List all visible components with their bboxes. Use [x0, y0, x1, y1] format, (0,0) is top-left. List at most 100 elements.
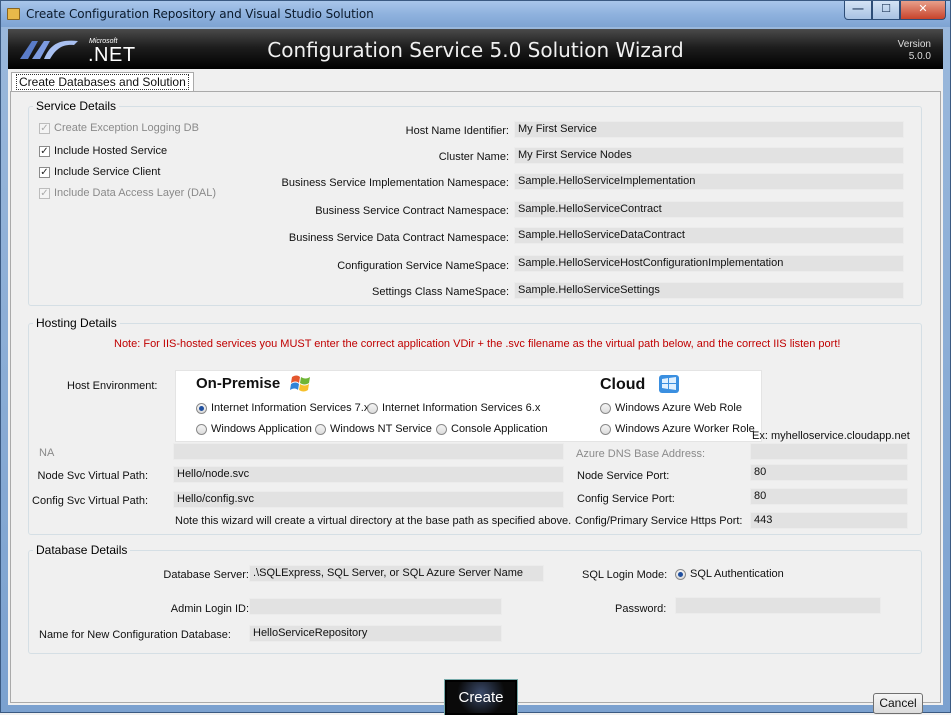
hosting-details-title: Hosting Details	[33, 316, 120, 330]
checkmark-icon: ✓	[39, 145, 50, 157]
cancel-button[interactable]: Cancel	[873, 693, 923, 714]
radio-icon	[315, 423, 326, 435]
wizard-title: Configuration Service 5.0 Solution Wizar…	[267, 38, 684, 62]
db-name-label: Name for New Configuration Database:	[39, 629, 231, 641]
radio-label: Internet Information Services 6.x	[382, 402, 541, 414]
dns-example: Ex: myhelloservice.cloudapp.net	[752, 430, 910, 442]
node-port-input[interactable]: 80	[750, 464, 908, 481]
nt-service-radio[interactable]: Windows NT Service	[315, 423, 432, 435]
checkbox-label: Include Data Access Layer (DAL)	[54, 187, 217, 199]
version-value: 5.0.0	[908, 51, 931, 62]
checkmark-icon: ✓	[39, 187, 50, 199]
service-details-title: Service Details	[33, 99, 120, 113]
radio-label: Internet Information Services 7.x	[211, 402, 370, 414]
tab-panel: Service Details ✓ Create Exception Loggi…	[10, 91, 941, 715]
cluster-name-input[interactable]: My First Service Nodes	[514, 147, 904, 164]
db-server-input[interactable]: .\SQLExpress, SQL Server, or SQL Azure S…	[249, 565, 544, 582]
azure-dns-input[interactable]	[750, 443, 908, 460]
host-environment-panel: On-Premise Internet Information Services…	[175, 370, 762, 442]
hosted-service-checkbox[interactable]: ✓ Include Hosted Service	[39, 145, 167, 157]
password-input[interactable]	[675, 597, 881, 614]
checkmark-icon: ✓	[39, 122, 50, 134]
azure-worker-role-radio[interactable]: Windows Azure Worker Role	[600, 423, 755, 435]
console-app-radio[interactable]: Console Application	[436, 423, 548, 435]
radio-label: Windows Azure Web Role	[615, 402, 742, 414]
radio-selected-icon	[675, 568, 686, 580]
radio-icon	[600, 402, 611, 414]
radio-icon	[367, 402, 378, 414]
wizard-window: Create Configuration Repository and Visu…	[0, 0, 951, 715]
azure-dns-label: Azure DNS Base Address:	[576, 448, 706, 460]
contract-namespace-input[interactable]: Sample.HelloServiceContract	[514, 201, 904, 218]
iis7-radio[interactable]: Internet Information Services 7.x	[196, 402, 369, 414]
radio-label: Windows Application	[211, 423, 312, 435]
checkbox-label: Include Hosted Service	[54, 145, 168, 157]
exception-logging-checkbox[interactable]: ✓ Create Exception Logging DB	[39, 122, 199, 134]
checkmark-icon: ✓	[39, 166, 50, 178]
admin-login-input[interactable]	[249, 598, 502, 615]
radio-selected-icon	[196, 402, 207, 414]
node-port-label: Node Service Port:	[577, 470, 670, 482]
window-title: Create Configuration Repository and Visu…	[26, 7, 374, 21]
windows-app-radio[interactable]: Windows Application	[196, 423, 312, 435]
checkbox-label: Create Exception Logging DB	[54, 122, 199, 134]
db-name-input[interactable]: HelloServiceRepository	[249, 625, 502, 642]
database-details-title: Database Details	[33, 543, 131, 557]
https-port-input[interactable]: 443	[750, 512, 908, 529]
version-label: Version	[897, 39, 931, 50]
tab-label: Create Databases and Solution	[16, 74, 189, 90]
minimize-button[interactable]: —	[844, 1, 872, 20]
settings-namespace-label: Settings Class NameSpace:	[372, 286, 509, 298]
cluster-name-label: Cluster Name:	[438, 151, 509, 163]
na-label: NA	[39, 447, 55, 459]
na-input[interactable]	[173, 443, 564, 460]
dal-checkbox[interactable]: ✓ Include Data Access Layer (DAL)	[39, 187, 216, 199]
title-bar[interactable]: Create Configuration Repository and Visu…	[1, 1, 950, 27]
on-premise-heading: On-Premise	[196, 375, 281, 392]
service-details-group: Service Details ✓ Create Exception Loggi…	[28, 99, 922, 306]
https-port-label: Config/Primary Service Https Port:	[575, 515, 743, 527]
admin-login-label: Admin Login ID:	[170, 603, 249, 615]
node-vpath-input[interactable]: Hello/node.svc	[173, 466, 564, 483]
tab-create-databases[interactable]: Create Databases and Solution	[11, 72, 194, 91]
impl-namespace-input[interactable]: Sample.HelloServiceImplementation	[514, 173, 904, 190]
cloud-heading: Cloud	[600, 376, 646, 393]
sql-auth-radio[interactable]: SQL Authentication	[675, 568, 784, 580]
settings-namespace-input[interactable]: Sample.HelloServiceSettings	[514, 282, 904, 299]
contract-namespace-label: Business Service Contract Namespace:	[315, 205, 509, 217]
header-banner: Microsoft .NET Configuration Service 5.0…	[8, 29, 943, 69]
create-button[interactable]: Create	[444, 679, 518, 715]
node-vpath-label: Node Svc Virtual Path:	[37, 470, 148, 482]
maximize-button[interactable]: ☐	[872, 1, 900, 20]
sql-login-mode-label: SQL Login Mode:	[582, 569, 668, 581]
app-icon	[7, 8, 20, 20]
host-name-label: Host Name Identifier:	[405, 125, 509, 137]
db-server-label: Database Server:	[163, 569, 249, 581]
data-contract-namespace-input[interactable]: Sample.HelloServiceDataContract	[514, 227, 904, 244]
radio-label: Console Application	[451, 423, 548, 435]
radio-icon	[196, 423, 207, 435]
radio-label: Windows NT Service	[330, 423, 432, 435]
config-vpath-input[interactable]: Hello/config.svc	[173, 491, 564, 508]
config-namespace-input[interactable]: Sample.HelloServiceHostConfigurationImpl…	[514, 255, 904, 272]
windows-azure-icon	[659, 375, 679, 393]
radio-label: Windows Azure Worker Role	[615, 423, 755, 435]
radio-label: SQL Authentication	[690, 568, 784, 580]
radio-icon	[600, 423, 611, 435]
config-port-input[interactable]: 80	[750, 488, 908, 505]
data-contract-namespace-label: Business Service Data Contract Namespace…	[288, 232, 509, 244]
database-details-group: Database Details Database Server: .\SQLE…	[28, 543, 922, 654]
version-info: Version 5.0.0	[898, 39, 931, 63]
iis6-radio[interactable]: Internet Information Services 6.x	[367, 402, 540, 414]
service-client-checkbox[interactable]: ✓ Include Service Client	[39, 166, 160, 178]
azure-web-role-radio[interactable]: Windows Azure Web Role	[600, 402, 742, 414]
impl-namespace-label: Business Service Implementation Namespac…	[281, 177, 509, 189]
client-area: Create Databases and Solution Service De…	[8, 69, 943, 715]
radio-icon	[436, 423, 447, 435]
host-environment-label: Host Environment:	[67, 380, 158, 392]
iis-note: Note: For IIS-hosted services you MUST e…	[114, 338, 841, 350]
config-namespace-label: Configuration Service NameSpace:	[337, 260, 509, 272]
host-name-input[interactable]: My First Service	[514, 121, 904, 138]
config-vpath-label: Config Svc Virtual Path:	[32, 495, 148, 507]
close-button[interactable]: ✕	[900, 1, 946, 20]
